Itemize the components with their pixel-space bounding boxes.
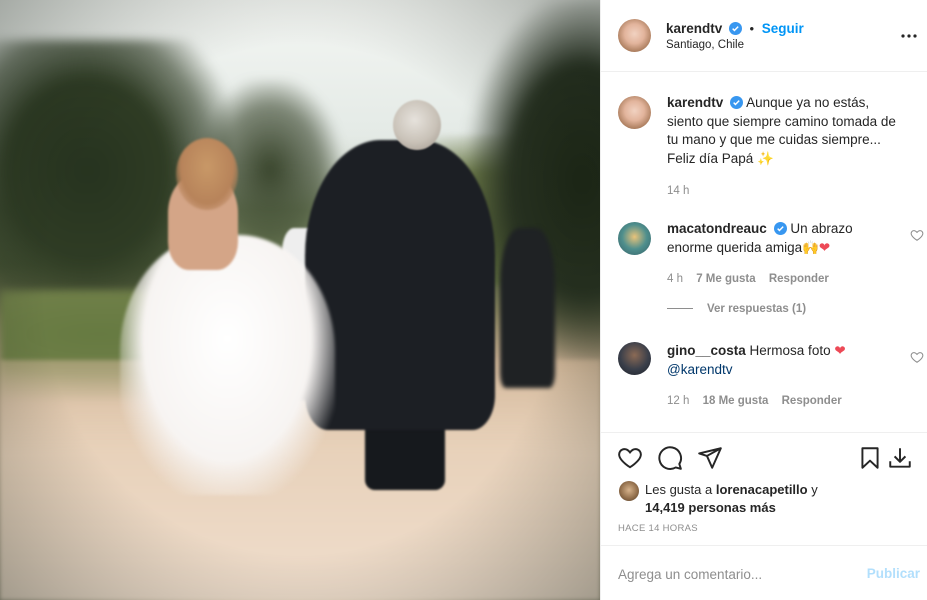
- caption-author-avatar[interactable]: [618, 96, 651, 129]
- comment-icon[interactable]: [657, 445, 683, 471]
- view-replies-button[interactable]: Ver respuestas (1): [667, 303, 806, 315]
- like-comment-heart-icon[interactable]: [910, 350, 924, 364]
- author-avatar[interactable]: [618, 19, 651, 52]
- post-header: karendtv • Seguir Santiago, Chile: [601, 0, 927, 72]
- comment-meta: 12 h 18 Me gusta Responder: [667, 392, 842, 411]
- comment-text-block: macatondreauc Un abrazo enorme querida a…: [667, 220, 902, 257]
- likes-summary: Les gusta a lorenacapetillo y 14,419 per…: [645, 481, 915, 517]
- post-side-panel: karendtv • Seguir Santiago, Chile karend…: [600, 0, 927, 600]
- verified-badge-icon: [730, 96, 744, 109]
- comment-author-avatar[interactable]: [618, 342, 651, 375]
- post-location[interactable]: Santiago, Chile: [666, 39, 744, 51]
- comment-emoji: ❤: [834, 343, 846, 359]
- comment-author-avatar[interactable]: [618, 222, 651, 255]
- reply-button[interactable]: Responder: [782, 395, 842, 407]
- comment-input[interactable]: Agrega un comentario...: [618, 567, 762, 582]
- like-comment-heart-icon[interactable]: [910, 228, 924, 242]
- header-title-line: karendtv • Seguir: [666, 21, 804, 36]
- likes-count[interactable]: 14,419 personas más: [645, 500, 776, 515]
- share-icon[interactable]: [697, 445, 723, 471]
- comment-emoji: 🙌❤: [802, 239, 831, 256]
- comment-likes-count[interactable]: 18 Me gusta: [703, 395, 769, 407]
- comment-text-block: gino__costa Hermosa foto ❤ @karendtv: [667, 342, 902, 379]
- comment-likes-count[interactable]: 7 Me gusta: [696, 273, 755, 285]
- comment-author-username[interactable]: gino__costa: [667, 343, 746, 358]
- post-time-ago[interactable]: HACE 14 HORAS: [618, 523, 698, 534]
- follow-button[interactable]: Seguir: [762, 21, 804, 36]
- verified-badge-icon: [773, 222, 787, 235]
- comment-mention[interactable]: @karendtv: [667, 362, 732, 377]
- likes-prefix: Les gusta a: [645, 482, 713, 497]
- liker-avatar[interactable]: [619, 481, 639, 501]
- sparkles-emoji: ✨: [757, 150, 774, 167]
- header-separator: •: [749, 21, 755, 36]
- verified-badge-icon: [728, 22, 742, 35]
- caption-author-username[interactable]: karendtv: [667, 95, 723, 110]
- comment-time: 4 h: [667, 273, 683, 285]
- comment-meta: 4 h 7 Me gusta Responder: [667, 270, 829, 289]
- liker-username[interactable]: lorenacapetillo: [716, 482, 808, 497]
- add-comment-bar: Agrega un comentario... Publicar: [601, 545, 927, 600]
- post-comment-button[interactable]: Publicar: [867, 566, 920, 581]
- caption-text-block: karendtv Aunque ya no estás, siento que …: [667, 94, 902, 168]
- post-photo[interactable]: [0, 0, 600, 600]
- caption-time: 14 h: [667, 185, 690, 197]
- photo-vignette: [0, 0, 600, 600]
- comment-time: 12 h: [667, 395, 690, 407]
- bookmark-icon[interactable]: [857, 445, 883, 471]
- author-username[interactable]: karendtv: [666, 21, 722, 36]
- heart-icon[interactable]: [617, 445, 643, 471]
- likes-joiner: y: [811, 482, 818, 497]
- comment-text: Hermosa foto: [749, 343, 831, 358]
- download-icon[interactable]: [887, 445, 913, 471]
- more-options-icon[interactable]: [901, 33, 917, 39]
- reply-button[interactable]: Responder: [769, 273, 829, 285]
- comment-author-username[interactable]: macatondreauc: [667, 221, 767, 236]
